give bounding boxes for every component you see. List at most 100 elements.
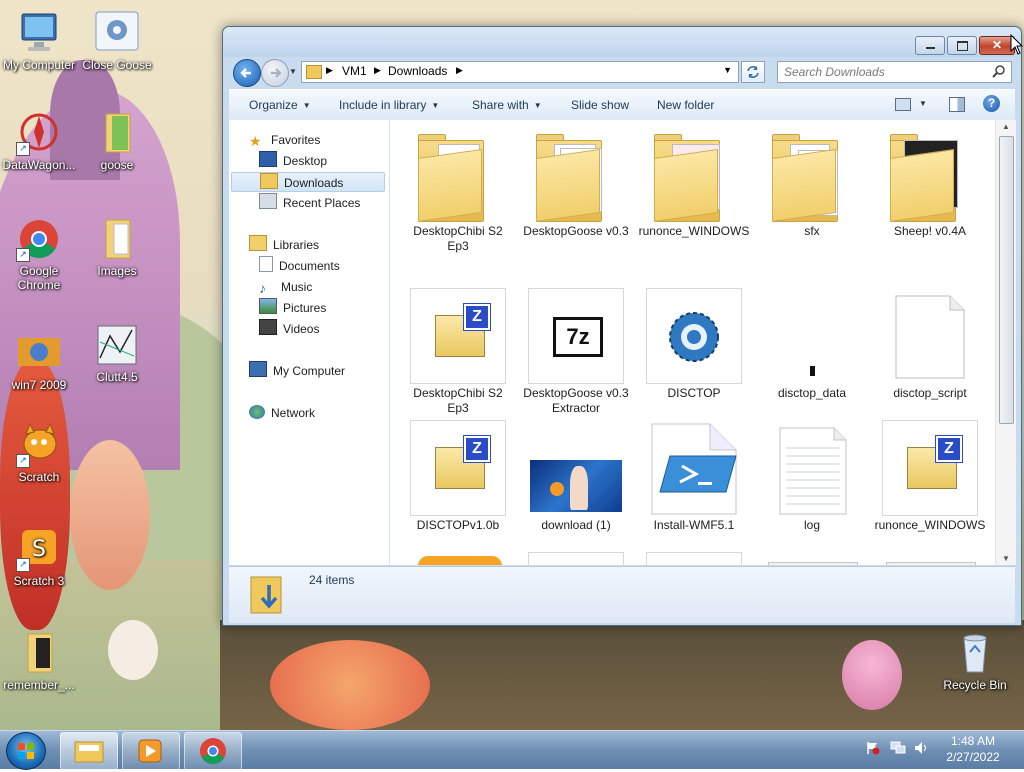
desktop-icon-scratch-3[interactable]: S ↗ Scratch 3 <box>0 526 78 588</box>
file-item[interactable]: Z <box>638 552 750 565</box>
nav-item-libraries[interactable]: Libraries <box>249 235 319 255</box>
action-center-icon[interactable] <box>866 741 880 755</box>
desktop-icon-recycle-bin[interactable]: Recycle Bin <box>936 630 1014 692</box>
file-item[interactable]: DesktopGoose v0.3 <box>520 126 632 239</box>
desktop-icon-google-chrome[interactable]: ↗ Google Chrome <box>0 216 78 292</box>
nav-item-music[interactable]: ♪ Music <box>259 277 312 297</box>
vertical-scrollbar[interactable]: ▲ ▼ <box>995 120 1016 565</box>
view-dropdown-icon[interactable]: ▼ <box>919 99 927 108</box>
breadcrumb-item[interactable]: Downloads <box>388 64 447 78</box>
forward-button[interactable] <box>261 59 289 87</box>
item-count: 24 items <box>309 573 355 587</box>
desktop-icon-goose[interactable]: goose <box>78 110 156 172</box>
nav-item-favorites[interactable]: ★ Favorites <box>249 130 320 150</box>
file-item[interactable] <box>402 552 514 565</box>
file-item[interactable]: disctop_script <box>874 288 986 401</box>
nav-item-network[interactable]: Network <box>249 403 315 423</box>
folder-icon <box>94 110 140 156</box>
computer-icon <box>249 361 267 377</box>
blank-file-icon <box>882 288 978 384</box>
file-name: download (1) <box>541 518 611 532</box>
desktop-icon-scratch[interactable]: ↗ Scratch <box>0 422 78 484</box>
windows-logo-icon <box>18 743 34 759</box>
maximize-icon <box>957 41 968 51</box>
file-item[interactable]: Z DesktopChibi S2 Ep3 <box>402 288 514 416</box>
slide-show-button[interactable]: Slide show <box>571 98 629 112</box>
file-item[interactable]: download (1) <box>520 420 632 533</box>
organize-button[interactable]: Organize ▼ <box>249 98 311 112</box>
address-bar[interactable]: ▶ VM1 ▶ Downloads ▶ ▼ <box>301 61 739 83</box>
gear-icon <box>646 288 742 384</box>
file-item[interactable]: disctop_data <box>756 288 868 401</box>
maximize-button[interactable] <box>947 36 977 55</box>
preview-pane-button[interactable] <box>949 97 965 112</box>
text-file-icon <box>764 420 860 516</box>
scratch3-icon: S ↗ <box>16 526 62 572</box>
file-item[interactable] <box>874 552 986 565</box>
scroll-down-icon[interactable]: ▼ <box>996 554 1016 563</box>
desktop-icon-images[interactable]: Images <box>78 216 156 278</box>
file-name: DesktopChibi S2 Ep3 <box>413 224 503 253</box>
details-pane: 24 items <box>229 566 1015 623</box>
file-item[interactable]: Z <box>520 552 632 565</box>
file-item[interactable]: Z runonce_WINDOWS <box>874 420 986 533</box>
help-button[interactable]: ? <box>983 95 1000 112</box>
taskbar-chrome-button[interactable] <box>184 732 242 770</box>
new-folder-button[interactable]: New folder <box>657 98 714 112</box>
file-item[interactable]: DesktopChibi S2 Ep3 <box>402 126 514 254</box>
nav-item-my-computer[interactable]: My Computer <box>249 361 345 381</box>
file-item[interactable] <box>756 552 868 565</box>
file-item[interactable]: log <box>756 420 868 533</box>
nav-item-videos[interactable]: Videos <box>259 319 319 339</box>
scroll-up-icon[interactable]: ▲ <box>996 122 1016 131</box>
nav-item-documents[interactable]: Documents <box>259 256 340 276</box>
include-in-library-label: Include in library <box>339 98 427 112</box>
share-with-button[interactable]: Share with ▼ <box>472 98 542 112</box>
include-in-library-button[interactable]: Include in library ▼ <box>339 98 439 112</box>
shortcut-arrow-icon: ↗ <box>16 248 30 262</box>
file-item[interactable]: Z DISCTOPv1.0b <box>402 420 514 533</box>
desktop-icon-win7-2009[interactable]: win7 2009 <box>0 330 78 392</box>
file-name: DesktopGoose v0.3 Extractor <box>523 386 629 415</box>
nav-item-downloads[interactable]: Downloads <box>231 172 385 192</box>
taskbar-explorer-button[interactable] <box>60 732 118 770</box>
star-icon: ★ <box>249 133 262 149</box>
breadcrumb-arrow-icon: ▶ <box>456 65 463 75</box>
address-dropdown-icon[interactable]: ▼ <box>723 65 732 75</box>
image-file-icon <box>16 330 62 376</box>
file-item[interactable]: Sheep! v0.4A <box>874 126 986 239</box>
scroll-thumb[interactable] <box>999 136 1014 424</box>
search-input[interactable]: Search Downloads <box>777 61 1012 83</box>
desktop-icon-close-goose[interactable]: Close Goose <box>78 10 156 72</box>
window-titlebar[interactable] <box>223 27 1021 57</box>
nav-item-recent-places[interactable]: Recent Places <box>259 193 360 213</box>
desktop-icon-remember[interactable]: remember_... <box>0 630 78 692</box>
recent-pages-dropdown[interactable]: ▼ <box>289 67 297 76</box>
file-item[interactable]: runonce_WINDOWS <box>638 126 750 239</box>
refresh-button[interactable] <box>741 61 765 83</box>
desktop-icon-clutt45[interactable]: Clutt4.5 <box>78 322 156 384</box>
file-item[interactable]: 7z DesktopGoose v0.3 Extractor <box>520 288 632 416</box>
file-item[interactable]: Install-WMF5.1 <box>638 420 750 533</box>
nav-item-desktop[interactable]: Desktop <box>259 151 327 171</box>
breadcrumb-item[interactable]: VM1 <box>342 64 367 78</box>
change-view-button[interactable] <box>895 98 911 111</box>
forward-arrow-icon <box>271 68 282 78</box>
nav-item-pictures[interactable]: Pictures <box>259 298 326 318</box>
minimize-button[interactable] <box>915 36 945 55</box>
chrome-icon <box>200 738 226 765</box>
dropdown-caret-icon: ▼ <box>533 101 542 110</box>
file-item[interactable]: DISCTOP <box>638 288 750 401</box>
music-icon: ♪ <box>259 280 266 296</box>
svg-text:S: S <box>32 537 46 562</box>
desktop-icon-my-computer[interactable]: My Computer <box>0 10 78 72</box>
back-button[interactable] <box>233 59 261 87</box>
desktop-icon-datawagon[interactable]: ↗ DataWagon... <box>0 110 78 172</box>
taskbar-media-player-button[interactable] <box>122 732 180 770</box>
recycle-bin-icon <box>952 630 998 676</box>
file-item[interactable]: sfx <box>756 126 868 239</box>
system-clock[interactable]: 1:48 AM 2/27/2022 <box>930 733 1016 765</box>
network-tray-icon[interactable] <box>890 741 906 755</box>
start-button[interactable] <box>6 732 46 770</box>
volume-icon[interactable] <box>914 741 930 755</box>
